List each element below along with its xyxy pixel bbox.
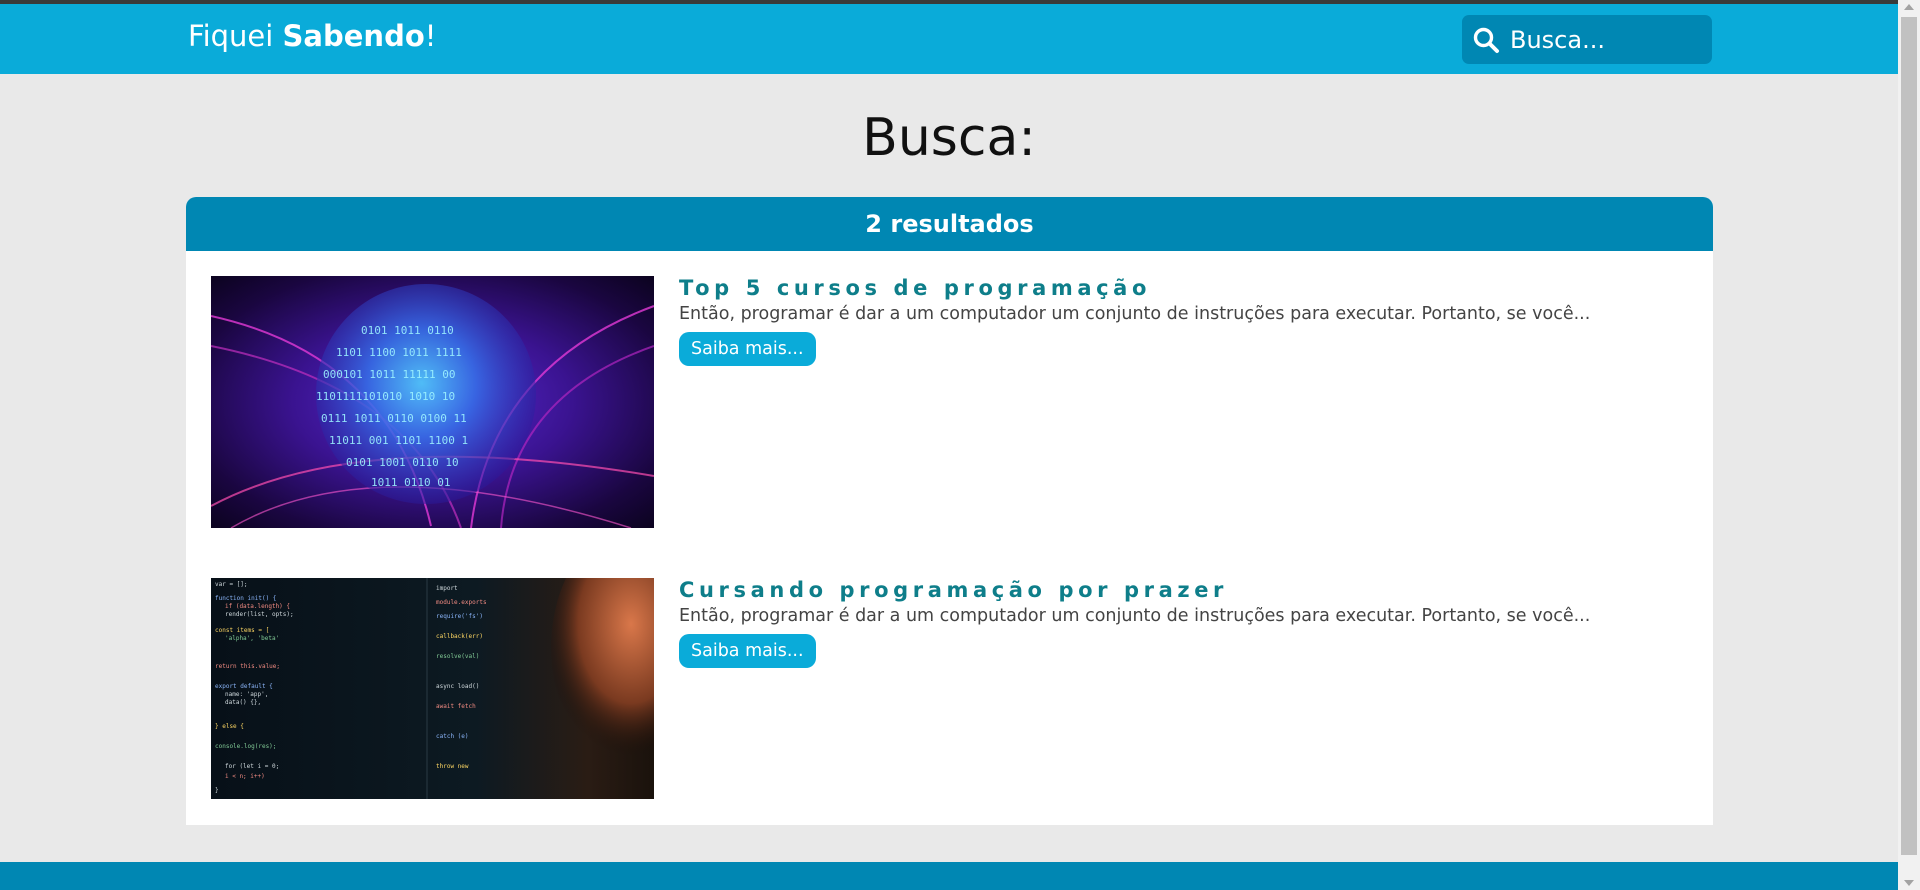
svg-text:11011 001 1101 1100 1: 11011 001 1101 1100 1: [329, 434, 468, 447]
read-more-button[interactable]: Saiba mais...: [679, 634, 816, 668]
site-header: Fiquei Sabendo!: [0, 4, 1898, 74]
svg-text:require('fs'): require('fs'): [436, 613, 483, 620]
svg-text:render(list, opts);: render(list, opts);: [225, 611, 294, 618]
svg-text:callback(err): callback(err): [436, 633, 483, 640]
svg-text:1101 1100 1011 1111: 1101 1100 1011 1111: [336, 346, 462, 359]
svg-text:console.log(res);: console.log(res);: [215, 743, 276, 750]
page-scrollbar[interactable]: [1898, 0, 1920, 890]
svg-text:0101 1001 0110 10: 0101 1001 0110 10: [346, 456, 459, 469]
logo-end-text: !: [424, 19, 437, 53]
svg-text:module.exports: module.exports: [436, 599, 487, 606]
search-input[interactable]: [1510, 25, 1700, 54]
svg-text:for (let i = 0;: for (let i = 0;: [225, 763, 279, 770]
scroll-up-arrow-icon[interactable]: [1904, 4, 1914, 10]
svg-text:const items = [: const items = [: [215, 627, 269, 634]
svg-text:0101 1011 0110: 0101 1011 0110: [361, 324, 454, 337]
result-title-link[interactable]: Top 5 cursos de programação: [679, 276, 1151, 300]
svg-text:0111 1011 0110 0100 11: 0111 1011 0110 0100 11: [321, 412, 467, 425]
result-thumbnail-binary-sphere[interactable]: 0101 1011 0110 1101 1100 1011 1111 00010…: [211, 276, 654, 528]
search-box[interactable]: [1462, 15, 1712, 64]
logo-bold-text: Sabendo: [282, 19, 425, 53]
result-description: Então, programar é dar a um computador u…: [679, 304, 1591, 324]
svg-text:i < n; i++): i < n; i++): [225, 773, 265, 780]
page-title: Busca:: [862, 108, 1036, 168]
logo-light-text: Fiquei: [188, 19, 283, 53]
svg-text:import: import: [436, 585, 458, 592]
svg-text:1011 0110 01: 1011 0110 01: [371, 476, 450, 489]
results-count-header: 2 resultados: [186, 197, 1713, 251]
svg-text:1101111101010 1010 10: 1101111101010 1010 10: [316, 390, 455, 403]
svg-text:000101 1011 11111 00: 000101 1011 11111 00: [323, 368, 455, 381]
svg-text:} else {: } else {: [215, 723, 244, 730]
svg-text:'alpha', 'beta': 'alpha', 'beta': [225, 635, 279, 642]
svg-text:catch (e): catch (e): [436, 733, 469, 740]
svg-text:if (data.length) {: if (data.length) {: [225, 603, 290, 610]
svg-text:async load(): async load(): [436, 683, 479, 690]
result-description: Então, programar é dar a um computador u…: [679, 606, 1591, 626]
svg-text:name: 'app',: name: 'app',: [225, 691, 268, 698]
site-logo[interactable]: Fiquei Sabendo!: [188, 14, 436, 58]
read-more-button[interactable]: Saiba mais...: [679, 332, 816, 366]
svg-text:}: }: [215, 787, 219, 794]
svg-text:resolve(val): resolve(val): [436, 653, 479, 660]
svg-text:export default {: export default {: [215, 683, 273, 690]
scroll-down-arrow-icon[interactable]: [1904, 880, 1914, 886]
scrollbar-thumb[interactable]: [1901, 17, 1917, 855]
search-icon[interactable]: [1472, 26, 1500, 54]
svg-text:function init() {: function init() {: [215, 595, 276, 602]
svg-text:await fetch: await fetch: [436, 703, 476, 710]
svg-text:return this.value;: return this.value;: [215, 663, 280, 670]
results-count: 2 resultados: [865, 210, 1034, 238]
svg-text:data() {},: data() {},: [225, 699, 261, 706]
svg-text:var = [];: var = [];: [215, 581, 248, 588]
results-panel: 2 resultados 0101 1011 0110 1101 1100 10…: [186, 197, 1713, 825]
result-thumbnail-code-screen[interactable]: var = []; function init() { if (data.len…: [211, 578, 654, 799]
svg-text:throw new: throw new: [436, 763, 469, 770]
result-title-link[interactable]: Cursando programação por prazer: [679, 578, 1228, 602]
site-footer: [0, 862, 1898, 890]
